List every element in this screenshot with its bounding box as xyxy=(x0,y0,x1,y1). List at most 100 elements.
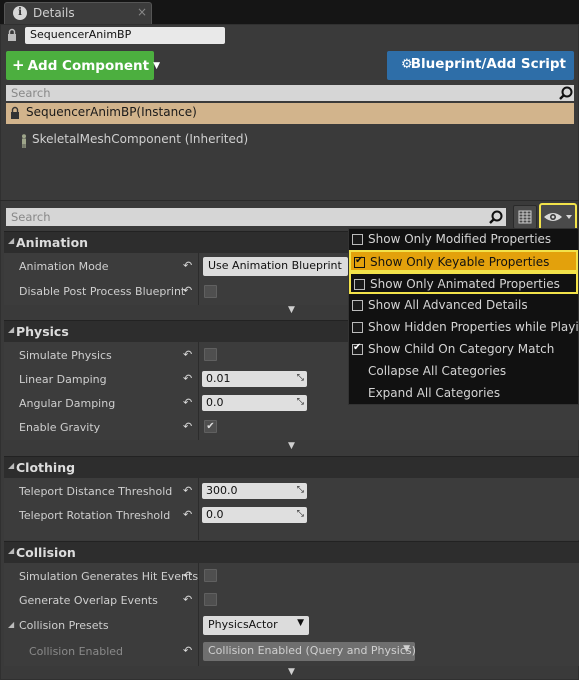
simulate-physics-checkbox[interactable] xyxy=(204,348,217,361)
chevron-down-icon: ▼ xyxy=(297,618,304,628)
close-icon[interactable]: × xyxy=(137,5,147,19)
view-options-button[interactable] xyxy=(539,203,577,231)
search-icon xyxy=(489,210,503,224)
component-tree-item-skeletal-mesh[interactable]: SkeletalMeshComponent (Inherited) xyxy=(32,132,248,146)
sim-hit-events-checkbox[interactable] xyxy=(204,569,217,582)
checkbox-icon xyxy=(352,322,363,333)
prop-label: Collision Presets xyxy=(19,619,109,632)
teleport-rotation-input[interactable]: 0.0 ⤡ xyxy=(202,507,307,523)
category-label: Animation xyxy=(16,235,89,250)
category-label: Collision xyxy=(16,545,76,560)
resize-grip-icon: ⤡ xyxy=(296,397,304,407)
lock-icon xyxy=(11,106,19,119)
combo-value: PhysicsActor xyxy=(208,618,278,631)
prop-label: Collision Enabled xyxy=(29,645,124,658)
enable-gravity-checkbox[interactable]: ✔ xyxy=(204,420,217,433)
eye-icon xyxy=(544,213,572,221)
menu-item-label: Show Hidden Properties while Playing xyxy=(368,320,579,334)
reset-arrow-icon[interactable]: ↶ xyxy=(183,508,192,521)
expand-arrow-icon[interactable]: ◢ xyxy=(8,620,14,629)
component-tree-item-root[interactable]: SequencerAnimBP(Instance) xyxy=(6,103,574,124)
menu-item-show-only-keyable[interactable]: Show Only Keyable Properties xyxy=(349,250,578,272)
numeric-value: 300.0 xyxy=(206,484,238,497)
column-divider xyxy=(198,563,199,666)
menu-item-show-child-on-category-match[interactable]: Show Child On Category Match xyxy=(349,339,578,361)
collision-enabled-combo: Collision Enabled (Query and Physics) ▼ xyxy=(203,642,416,661)
checkbox-icon xyxy=(352,300,363,311)
checkbox-checked-icon xyxy=(352,342,363,355)
category-collision[interactable]: ◢ Collision xyxy=(4,541,579,563)
menu-item-show-only-animated[interactable]: Show Only Animated Properties xyxy=(349,272,578,294)
overlap-events-checkbox[interactable] xyxy=(204,593,217,606)
animation-mode-combo[interactable]: Use Animation Blueprint xyxy=(203,257,348,276)
chevron-down-icon: ▼ xyxy=(403,644,410,654)
numeric-value: 0.0 xyxy=(206,396,224,409)
reset-arrow-icon[interactable]: ↶ xyxy=(183,284,192,297)
collapse-arrow-icon: ◢ xyxy=(8,325,15,334)
reset-arrow-icon[interactable]: ↶ xyxy=(183,593,192,606)
reset-arrow-icon[interactable]: ↶ xyxy=(183,348,192,361)
angular-damping-input[interactable]: 0.0 ⤡ xyxy=(202,395,307,411)
teleport-distance-input[interactable]: 300.0 ⤡ xyxy=(202,483,307,499)
reset-arrow-icon[interactable]: ↶ xyxy=(183,484,192,497)
checkbox-icon xyxy=(354,279,365,290)
lock-icon[interactable] xyxy=(7,28,17,42)
reset-arrow-icon[interactable]: ↶ xyxy=(183,644,192,657)
add-component-label: Add Component xyxy=(27,58,150,74)
column-divider xyxy=(198,478,199,540)
view-options-menu: Show Only Modified Properties Show Only … xyxy=(348,228,579,405)
actor-name-input[interactable]: SequencerAnimBP xyxy=(25,27,225,44)
menu-item-label: Show Only Modified Properties xyxy=(368,232,552,246)
category-label: Clothing xyxy=(16,460,76,475)
prop-label: Generate Overlap Events xyxy=(19,594,158,607)
menu-item-label: Show Only Keyable Properties xyxy=(370,255,550,269)
add-component-button[interactable]: + Add Component ▼ xyxy=(6,51,160,80)
divider xyxy=(0,200,579,201)
resize-grip-icon: ⤡ xyxy=(296,373,304,383)
reset-arrow-icon[interactable]: ↶ xyxy=(183,259,192,272)
menu-item-collapse-all-categories[interactable]: Collapse All Categories xyxy=(349,361,578,383)
menu-item-label: Show Only Animated Properties xyxy=(370,277,560,291)
menu-item-show-only-modified[interactable]: Show Only Modified Properties xyxy=(349,229,578,251)
column-divider xyxy=(198,342,199,440)
menu-item-show-hidden-while-playing[interactable]: Show Hidden Properties while Playing xyxy=(349,317,579,339)
chevron-down-icon: ▼ xyxy=(153,61,160,71)
prop-label: Simulation Generates Hit Events xyxy=(19,570,199,583)
numeric-value: 0.0 xyxy=(206,508,224,521)
property-matrix-button[interactable] xyxy=(513,205,537,229)
advanced-expander[interactable]: ▼ xyxy=(4,442,579,452)
menu-item-label: Show Child On Category Match xyxy=(368,342,555,356)
menu-item-label: Collapse All Categories xyxy=(368,364,507,378)
prop-label: Linear Damping xyxy=(19,373,107,386)
reset-arrow-icon[interactable]: ↶ xyxy=(183,420,192,433)
resize-grip-icon: ⤡ xyxy=(296,485,304,495)
category-clothing[interactable]: ◢ Clothing xyxy=(4,456,579,478)
tab-title: Details xyxy=(33,6,75,20)
gears-icon: ⚙ xyxy=(401,57,413,72)
numeric-value: 0.01 xyxy=(206,372,231,385)
prop-label: Disable Post Process Blueprint xyxy=(19,285,186,298)
details-search-input[interactable]: Search xyxy=(6,208,506,226)
reset-arrow-icon[interactable]: ↶ xyxy=(183,372,192,385)
blueprint-add-script-button[interactable]: ⚙ Blueprint/Add Script xyxy=(387,51,574,80)
checkbox-checked-icon xyxy=(354,255,365,268)
reset-arrow-icon[interactable]: ↶ xyxy=(183,396,192,409)
menu-item-show-all-advanced[interactable]: Show All Advanced Details xyxy=(349,295,578,317)
advanced-expander[interactable]: ▼ xyxy=(4,668,579,678)
component-root-label: SequencerAnimBP(Instance) xyxy=(26,105,197,119)
info-icon: i xyxy=(13,6,27,20)
actor-figure-icon xyxy=(22,134,26,148)
plus-icon: + xyxy=(12,56,25,74)
component-search-input[interactable]: Search xyxy=(6,85,574,101)
menu-item-label: Expand All Categories xyxy=(368,386,501,400)
collapse-arrow-icon: ◢ xyxy=(8,546,15,555)
disable-post-process-checkbox[interactable] xyxy=(204,285,217,298)
menu-item-expand-all-categories[interactable]: Expand All Categories xyxy=(349,383,578,405)
collision-presets-combo[interactable]: PhysicsActor ▼ xyxy=(203,616,309,635)
checkbox-icon xyxy=(352,234,363,245)
grid-icon xyxy=(518,210,532,224)
linear-damping-input[interactable]: 0.01 ⤡ xyxy=(202,371,307,387)
tab-details[interactable]: i Details × xyxy=(4,2,152,24)
reset-arrow-icon[interactable]: ↶ xyxy=(183,569,192,582)
prop-label: Angular Damping xyxy=(19,397,116,410)
